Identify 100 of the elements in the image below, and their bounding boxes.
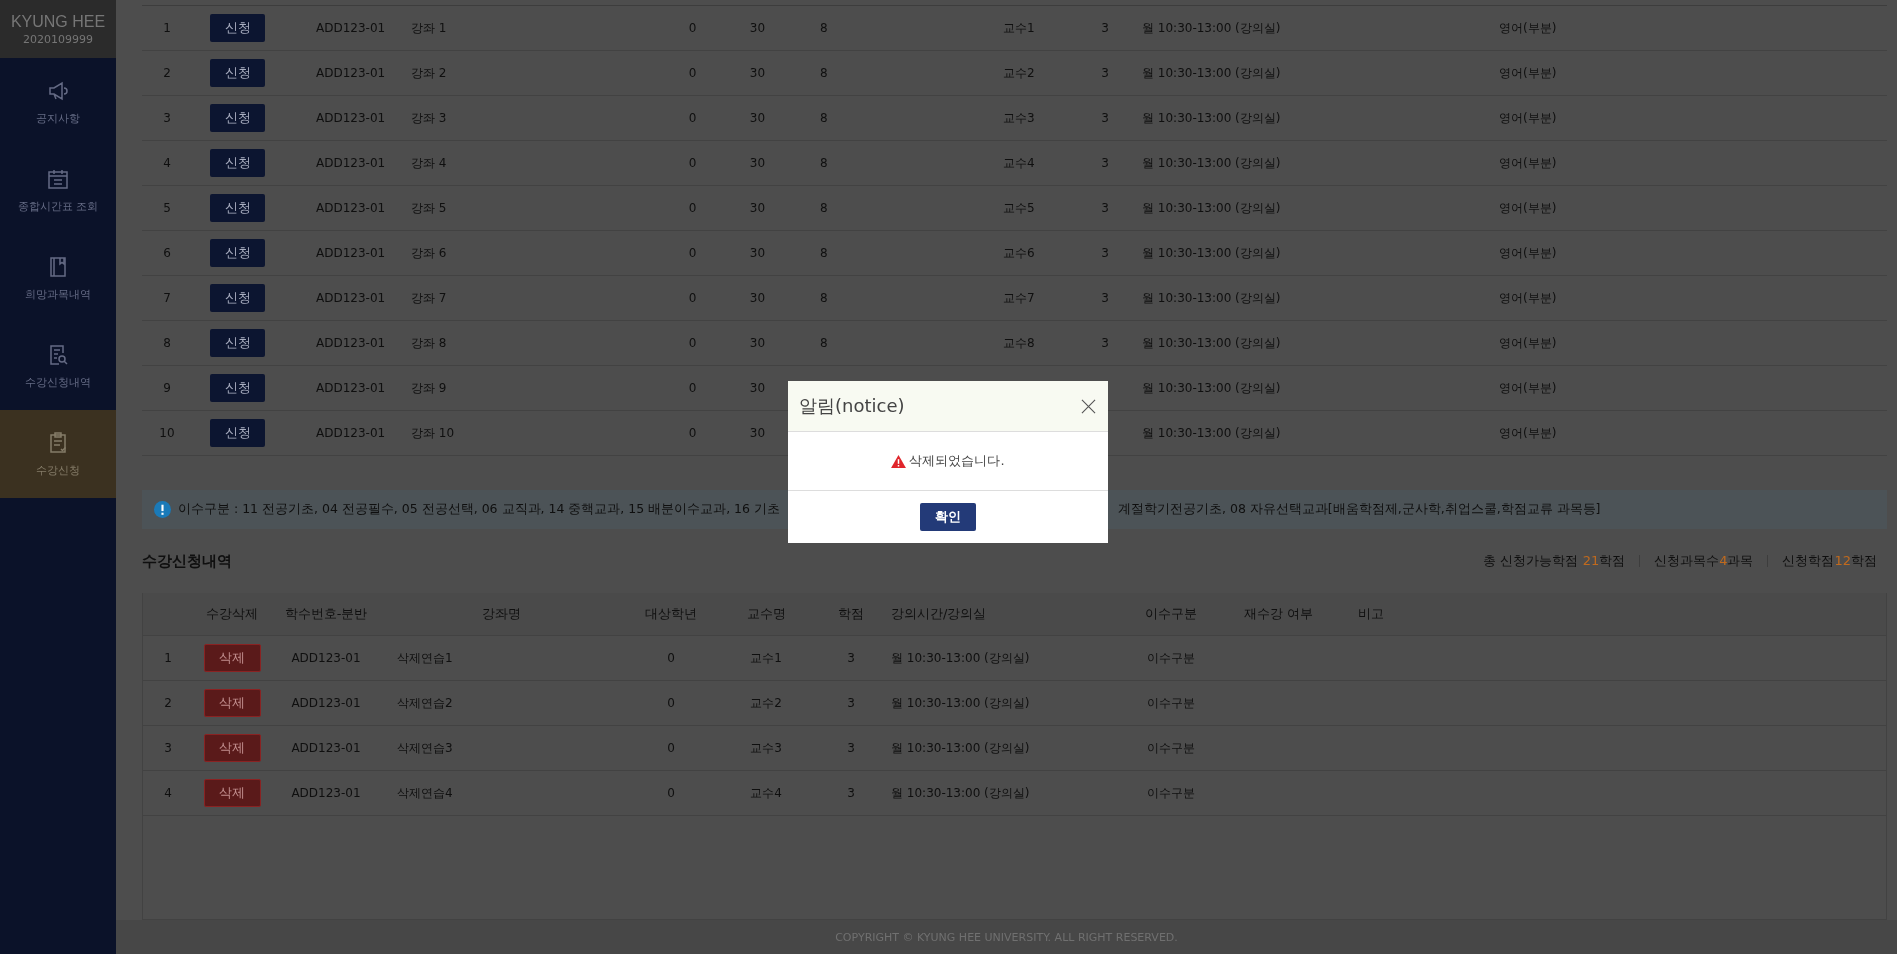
schedule-cell-text: 월 10:30-13:00 (강의실) [1141,424,1282,442]
credit-cell: 3 [1101,66,1109,80]
language-cell-text: 영어(부분) [1498,199,1557,217]
professor-name: 교수3 [1003,110,1035,125]
info-text: 이수구분 : 11 전공기초, 04 전공필수, 05 전공선택, 06 교직과, 14 중핵교과, 15 배분이수교과, 16 기초 [178,501,781,518]
professor-name: 교수6 [1003,245,1035,260]
course-code: ADD123-01 [290,651,362,665]
table-cell: 0 [688,111,697,125]
apply-button[interactable]: 신청 [210,14,265,42]
professor-name: 교수8 [1003,335,1035,350]
nav-item[interactable]: 공지사항 [0,58,116,146]
course-code: ADD123-01 [315,201,387,215]
course-code: ADD123-01 [315,66,387,80]
course-code: ADD123-01 [315,21,387,35]
table-cell: 0 [688,426,697,440]
schedule-cell-text: 월 10:30-13:00 (강의실) [891,649,1031,667]
column-header: 수강삭제 [205,605,259,623]
table-cell: 30 [749,426,766,440]
table-cell: 30 [749,246,766,260]
credit-cell: 3 [1101,291,1109,305]
row-number: 10 [158,426,176,440]
course-name: 강좌 10 [410,424,456,442]
nav-item[interactable]: 종합시간표 조회 [0,146,116,234]
delete-button[interactable]: 삭제 [203,734,261,762]
apply-button[interactable]: 신청 [210,149,265,177]
table-cell: 8 [820,66,828,80]
apply-button[interactable]: 신청 [210,239,265,267]
section-title: 수강신청내역 [142,551,232,571]
professor-name: 교수4 [1003,155,1035,170]
summary-text: 신청학점 12학점 [1782,552,1877,570]
apply-button[interactable]: 신청 [210,329,265,357]
course-code: ADD123-01 [290,741,362,755]
credit-cell: 3 [1101,336,1109,350]
language-cell-text: 영어(부분) [1498,334,1557,352]
professor-name: 교수2 [1003,65,1035,80]
course-name: 강좌 1 [410,19,448,37]
nav-item[interactable]: 수강신청내역 [0,322,116,410]
column-header: 학점 [837,605,865,623]
table-cell: 0 [688,381,697,395]
row-number: 1 [162,21,172,35]
table-cell: 0 [688,336,697,350]
course-code: ADD123-01 [315,156,387,170]
summary-text: 총 신청가능학점 21학점 [1483,552,1626,570]
course-name: 강좌 2 [410,64,448,82]
apply-button[interactable]: 신청 [210,284,265,312]
delete-button[interactable]: 삭제 [203,689,261,717]
schedule-cell-text: 월 10:30-13:00 (강의실) [1141,154,1282,172]
course-name: 삭제연습4 [396,784,454,802]
table-cell: 8 [820,201,828,215]
column-header: 학수번호-분반 [283,605,369,623]
language-cell-text: 영어(부분) [1498,64,1557,82]
column-header: 강의시간/강의실 [891,605,988,623]
course-name: 강좌 5 [410,199,448,217]
confirm-button[interactable]: 확인 [920,503,976,531]
summary-text: 신청과목수4과목 [1654,552,1754,570]
column-header: 대상학년 [644,605,698,623]
row-number: 2 [163,696,173,710]
course-code: ADD123-01 [290,696,362,710]
apply-button[interactable]: 신청 [210,59,265,87]
language-cell-text: 영어(부분) [1498,19,1557,37]
column-header: 강좌명 [480,605,522,623]
row-number: 3 [163,741,173,755]
row-number: 4 [162,156,172,170]
schedule-cell-text: 월 10:30-13:00 (강의실) [1141,289,1282,307]
column-header: 교수명 [745,605,787,623]
apply-button[interactable]: 신청 [210,374,265,402]
row-number: 8 [162,336,172,350]
professor-name: 교수2 [749,694,783,712]
course-code: ADD123-01 [315,111,387,125]
table-cell: 30 [749,21,766,35]
table-cell: 0 [688,291,697,305]
table-cell-text: 0 [666,696,676,710]
table-cell: 30 [749,336,766,350]
close-icon[interactable] [1081,398,1096,414]
apply-button[interactable]: 신청 [210,419,265,447]
table-cell: 8 [820,291,828,305]
schedule-cell-text: 월 10:30-13:00 (강의실) [1141,19,1282,37]
row-number: 6 [162,246,172,260]
table-cell-text: 0 [666,651,676,665]
schedule-cell-text: 월 10:30-13:00 (강의실) [1141,109,1282,127]
table-cell: 30 [749,291,766,305]
course-name: 강좌 6 [410,244,448,262]
language-cell-text: 영어(부분) [1498,289,1557,307]
apply-button[interactable]: 신청 [210,104,265,132]
table-cell: 30 [749,66,766,80]
column-header: 이수구분 [1144,605,1198,623]
table-cell: 8 [820,156,828,170]
student-id: 2020109999 [23,32,93,46]
delete-button[interactable]: 삭제 [203,644,261,672]
nav-item[interactable]: 희망과목내역 [0,234,116,322]
table-cell: 30 [749,201,766,215]
apply-button[interactable]: 신청 [210,194,265,222]
info-text: 계절학기전공기초, 08 자유선택교과[배움학점제,군사학,취업스쿨,학점교류 과목등] [1118,501,1601,518]
credit-cell: 3 [1101,246,1109,260]
delete-button[interactable]: 삭제 [203,779,261,807]
course-name: 삭제연습1 [396,649,454,667]
table-cell: 8 [820,21,828,35]
schedule-cell-text: 월 10:30-13:00 (강의실) [1141,379,1282,397]
row-number: 4 [163,786,173,800]
language-cell-text: 영어(부분) [1498,379,1557,397]
